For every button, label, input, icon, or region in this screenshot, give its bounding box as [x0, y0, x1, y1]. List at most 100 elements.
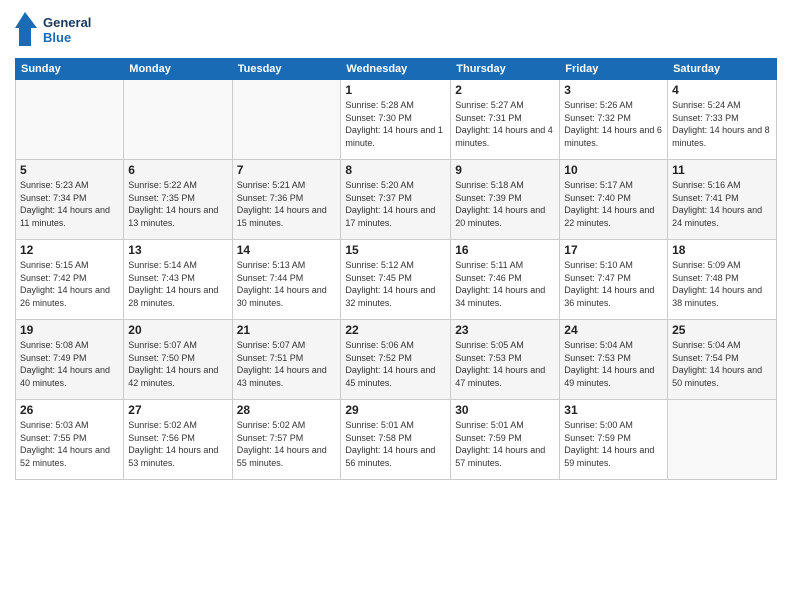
- day-info: Sunrise: 5:04 AM Sunset: 7:53 PM Dayligh…: [564, 339, 663, 389]
- logo-svg: General Blue: [15, 10, 105, 50]
- day-info: Sunrise: 5:21 AM Sunset: 7:36 PM Dayligh…: [237, 179, 337, 229]
- weekday-header-row: SundayMondayTuesdayWednesdayThursdayFrid…: [16, 59, 777, 80]
- day-number: 20: [128, 323, 227, 337]
- day-info: Sunrise: 5:02 AM Sunset: 7:57 PM Dayligh…: [237, 419, 337, 469]
- day-number: 15: [345, 243, 446, 257]
- day-info: Sunrise: 5:02 AM Sunset: 7:56 PM Dayligh…: [128, 419, 227, 469]
- calendar-cell: [16, 80, 124, 160]
- calendar-cell: 19 Sunrise: 5:08 AM Sunset: 7:49 PM Dayli…: [16, 320, 124, 400]
- day-number: 18: [672, 243, 772, 257]
- day-number: 12: [20, 243, 119, 257]
- day-number: 22: [345, 323, 446, 337]
- day-info: Sunrise: 5:13 AM Sunset: 7:44 PM Dayligh…: [237, 259, 337, 309]
- day-info: Sunrise: 5:09 AM Sunset: 7:48 PM Dayligh…: [672, 259, 772, 309]
- logo: General Blue: [15, 10, 105, 50]
- weekday-header-tuesday: Tuesday: [232, 59, 341, 80]
- calendar-cell: 29 Sunrise: 5:01 AM Sunset: 7:58 PM Dayli…: [341, 400, 451, 480]
- day-number: 13: [128, 243, 227, 257]
- day-number: 24: [564, 323, 663, 337]
- calendar-cell: 8 Sunrise: 5:20 AM Sunset: 7:37 PM Daylig…: [341, 160, 451, 240]
- day-number: 25: [672, 323, 772, 337]
- day-info: Sunrise: 5:07 AM Sunset: 7:51 PM Dayligh…: [237, 339, 337, 389]
- day-number: 3: [564, 83, 663, 97]
- day-info: Sunrise: 5:18 AM Sunset: 7:39 PM Dayligh…: [455, 179, 555, 229]
- day-number: 11: [672, 163, 772, 177]
- day-info: Sunrise: 5:28 AM Sunset: 7:30 PM Dayligh…: [345, 99, 446, 149]
- weekday-header-friday: Friday: [560, 59, 668, 80]
- day-number: 19: [20, 323, 119, 337]
- calendar-cell: 28 Sunrise: 5:02 AM Sunset: 7:57 PM Dayli…: [232, 400, 341, 480]
- calendar-week-3: 12 Sunrise: 5:15 AM Sunset: 7:42 PM Dayli…: [16, 240, 777, 320]
- day-number: 14: [237, 243, 337, 257]
- day-info: Sunrise: 5:26 AM Sunset: 7:32 PM Dayligh…: [564, 99, 663, 149]
- day-number: 2: [455, 83, 555, 97]
- calendar-cell: 12 Sunrise: 5:15 AM Sunset: 7:42 PM Dayli…: [16, 240, 124, 320]
- calendar-cell: 23Sunrise: 5:05 AM Sunset: 7:53 PM Dayli…: [451, 320, 560, 400]
- day-info: Sunrise: 5:07 AM Sunset: 7:50 PM Dayligh…: [128, 339, 227, 389]
- day-info: Sunrise: 5:27 AM Sunset: 7:31 PM Dayligh…: [455, 99, 555, 149]
- calendar-cell: 11 Sunrise: 5:16 AM Sunset: 7:41 PM Dayli…: [668, 160, 777, 240]
- day-number: 8: [345, 163, 446, 177]
- weekday-header-saturday: Saturday: [668, 59, 777, 80]
- calendar-cell: [232, 80, 341, 160]
- day-info: Sunrise: 5:22 AM Sunset: 7:35 PM Dayligh…: [128, 179, 227, 229]
- calendar-cell: 18 Sunrise: 5:09 AM Sunset: 7:48 PM Dayli…: [668, 240, 777, 320]
- day-info: Sunrise: 5:05 AM Sunset: 7:53 PM Dayligh…: [455, 339, 555, 389]
- calendar-cell: 26Sunrise: 5:03 AM Sunset: 7:55 PM Dayli…: [16, 400, 124, 480]
- calendar-cell: 17Sunrise: 5:10 AM Sunset: 7:47 PM Dayli…: [560, 240, 668, 320]
- header: General Blue: [15, 10, 777, 50]
- day-info: Sunrise: 5:15 AM Sunset: 7:42 PM Dayligh…: [20, 259, 119, 309]
- day-number: 31: [564, 403, 663, 417]
- day-info: Sunrise: 5:01 AM Sunset: 7:58 PM Dayligh…: [345, 419, 446, 469]
- day-number: 30: [455, 403, 555, 417]
- calendar-cell: 16Sunrise: 5:11 AM Sunset: 7:46 PM Dayli…: [451, 240, 560, 320]
- calendar-cell: [668, 400, 777, 480]
- day-number: 4: [672, 83, 772, 97]
- calendar-cell: 3 Sunrise: 5:26 AM Sunset: 7:32 PM Daylig…: [560, 80, 668, 160]
- calendar-table: SundayMondayTuesdayWednesdayThursdayFrid…: [15, 58, 777, 480]
- calendar-cell: 21 Sunrise: 5:07 AM Sunset: 7:51 PM Dayli…: [232, 320, 341, 400]
- svg-text:General: General: [43, 15, 91, 30]
- day-info: Sunrise: 5:20 AM Sunset: 7:37 PM Dayligh…: [345, 179, 446, 229]
- calendar-cell: 1 Sunrise: 5:28 AM Sunset: 7:30 PM Daylig…: [341, 80, 451, 160]
- day-info: Sunrise: 5:01 AM Sunset: 7:59 PM Dayligh…: [455, 419, 555, 469]
- day-info: Sunrise: 5:08 AM Sunset: 7:49 PM Dayligh…: [20, 339, 119, 389]
- calendar-cell: 13 Sunrise: 5:14 AM Sunset: 7:43 PM Dayli…: [124, 240, 232, 320]
- day-number: 10: [564, 163, 663, 177]
- day-number: 6: [128, 163, 227, 177]
- day-number: 27: [128, 403, 227, 417]
- weekday-header-sunday: Sunday: [16, 59, 124, 80]
- day-number: 21: [237, 323, 337, 337]
- calendar-cell: 24 Sunrise: 5:04 AM Sunset: 7:53 PM Dayli…: [560, 320, 668, 400]
- calendar-week-1: 1 Sunrise: 5:28 AM Sunset: 7:30 PM Daylig…: [16, 80, 777, 160]
- day-number: 1: [345, 83, 446, 97]
- weekday-header-monday: Monday: [124, 59, 232, 80]
- weekday-header-thursday: Thursday: [451, 59, 560, 80]
- calendar-cell: 7Sunrise: 5:21 AM Sunset: 7:36 PM Daylig…: [232, 160, 341, 240]
- calendar-cell: 20 Sunrise: 5:07 AM Sunset: 7:50 PM Dayli…: [124, 320, 232, 400]
- day-info: Sunrise: 5:10 AM Sunset: 7:47 PM Dayligh…: [564, 259, 663, 309]
- day-number: 28: [237, 403, 337, 417]
- calendar-cell: 9 Sunrise: 5:18 AM Sunset: 7:39 PM Daylig…: [451, 160, 560, 240]
- svg-text:Blue: Blue: [43, 30, 71, 45]
- calendar-cell: 10Sunrise: 5:17 AM Sunset: 7:40 PM Dayli…: [560, 160, 668, 240]
- calendar-cell: 25Sunrise: 5:04 AM Sunset: 7:54 PM Dayli…: [668, 320, 777, 400]
- day-info: Sunrise: 5:03 AM Sunset: 7:55 PM Dayligh…: [20, 419, 119, 469]
- day-info: Sunrise: 5:06 AM Sunset: 7:52 PM Dayligh…: [345, 339, 446, 389]
- day-info: Sunrise: 5:00 AM Sunset: 7:59 PM Dayligh…: [564, 419, 663, 469]
- calendar-cell: 4Sunrise: 5:24 AM Sunset: 7:33 PM Daylig…: [668, 80, 777, 160]
- calendar-cell: 31 Sunrise: 5:00 AM Sunset: 7:59 PM Dayli…: [560, 400, 668, 480]
- calendar-week-2: 5Sunrise: 5:23 AM Sunset: 7:34 PM Daylig…: [16, 160, 777, 240]
- day-number: 29: [345, 403, 446, 417]
- weekday-header-wednesday: Wednesday: [341, 59, 451, 80]
- calendar-cell: 14 Sunrise: 5:13 AM Sunset: 7:44 PM Dayli…: [232, 240, 341, 320]
- day-number: 9: [455, 163, 555, 177]
- day-info: Sunrise: 5:14 AM Sunset: 7:43 PM Dayligh…: [128, 259, 227, 309]
- calendar-cell: [124, 80, 232, 160]
- day-info: Sunrise: 5:16 AM Sunset: 7:41 PM Dayligh…: [672, 179, 772, 229]
- calendar-cell: 30 Sunrise: 5:01 AM Sunset: 7:59 PM Dayli…: [451, 400, 560, 480]
- day-info: Sunrise: 5:11 AM Sunset: 7:46 PM Dayligh…: [455, 259, 555, 309]
- day-info: Sunrise: 5:12 AM Sunset: 7:45 PM Dayligh…: [345, 259, 446, 309]
- calendar-week-5: 26Sunrise: 5:03 AM Sunset: 7:55 PM Dayli…: [16, 400, 777, 480]
- calendar-cell: 5Sunrise: 5:23 AM Sunset: 7:34 PM Daylig…: [16, 160, 124, 240]
